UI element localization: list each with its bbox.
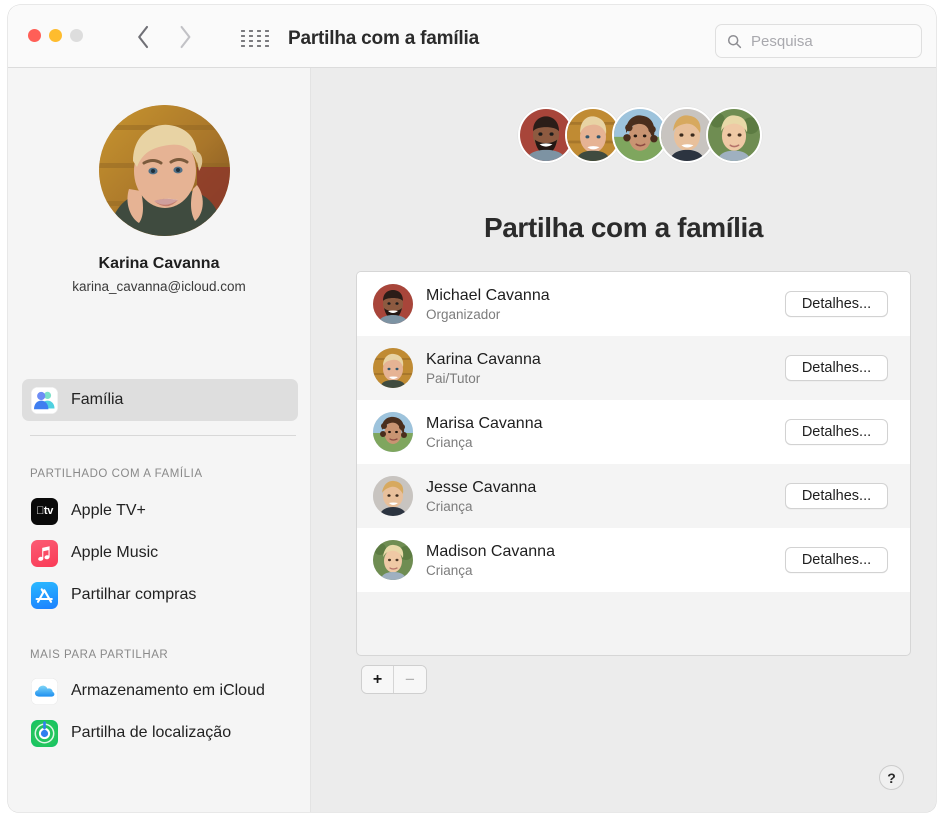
table-row[interactable]: Karina Cavanna Pai/Tutor Detalhes... [357, 336, 910, 400]
screenshot-root: Partilha com a família Pesquisa [0, 0, 944, 817]
add-member-button[interactable]: + [362, 666, 394, 693]
details-button[interactable]: Detalhes... [785, 291, 888, 317]
table-row[interactable]: Marisa Cavanna Criança Detalhes... [357, 400, 910, 464]
sidebar-item-familia[interactable]: Família [22, 379, 298, 421]
window-toolbar: Partilha com a família Pesquisa [8, 5, 936, 68]
icloud-icon [31, 678, 58, 705]
main-content: Partilha com a família [311, 68, 936, 812]
account-name: Karina Cavanna [8, 255, 310, 273]
sidebar-section-header-more: MAIS PARA PARTILHAR [30, 649, 168, 661]
add-remove-segmented-control: + − [361, 665, 427, 694]
table-row[interactable]: Madison Cavanna Criança Detalhes... [357, 528, 910, 592]
app-store-icon [31, 582, 58, 609]
window-title: Partilha com a família [288, 28, 479, 50]
apple-tv-glyph: tv [31, 505, 58, 517]
sidebar-item-location-sharing[interactable]: Partilha de localização [22, 712, 298, 754]
member-avatar [373, 476, 413, 516]
table-row[interactable]: Jesse Cavanna Criança Detalhes... [357, 464, 910, 528]
details-button[interactable]: Detalhes... [785, 355, 888, 381]
member-role: Criança [426, 562, 555, 579]
sidebar-item-label: Partilha de localização [71, 724, 231, 742]
member-avatar [373, 412, 413, 452]
member-info: Madison Cavanna Criança [426, 542, 555, 579]
minimize-button[interactable] [49, 29, 62, 42]
member-info: Jesse Cavanna Criança [426, 478, 536, 515]
sidebar-item-label: Apple Music [71, 544, 158, 562]
remove-member-button[interactable]: − [394, 666, 426, 693]
apple-tv-icon: tv [31, 498, 58, 525]
member-role: Organizador [426, 306, 550, 323]
member-name: Michael Cavanna [426, 286, 550, 305]
family-icon [31, 387, 58, 414]
traffic-light-controls [28, 29, 83, 42]
member-avatar [373, 284, 413, 324]
sidebar-section-header-shared: PARTILHADO COM A FAMÍLIA [30, 468, 203, 480]
family-avatar-cluster [518, 107, 762, 163]
sidebar-item-icloud-storage[interactable]: Armazenamento em iCloud [22, 670, 298, 712]
zoom-button[interactable] [70, 29, 83, 42]
sidebar-item-label: Apple TV+ [71, 502, 146, 520]
sidebar-divider [30, 435, 296, 436]
member-name: Jesse Cavanna [426, 478, 536, 497]
details-button[interactable]: Detalhes... [785, 547, 888, 573]
sidebar-item-label: Família [71, 391, 123, 409]
search-placeholder: Pesquisa [751, 33, 813, 50]
member-info: Michael Cavanna Organizador [426, 286, 550, 323]
cluster-avatar [706, 107, 762, 163]
member-info: Marisa Cavanna Criança [426, 414, 543, 451]
close-button[interactable] [28, 29, 41, 42]
member-name: Madison Cavanna [426, 542, 555, 561]
sidebar-item-label: Partilhar compras [71, 586, 196, 604]
find-my-icon [31, 720, 58, 747]
system-preferences-window: Partilha com a família Pesquisa [8, 5, 936, 812]
account-avatar[interactable] [99, 105, 230, 236]
member-name: Marisa Cavanna [426, 414, 543, 433]
navigation-arrows [136, 25, 192, 49]
help-button[interactable]: ? [879, 765, 904, 790]
member-name: Karina Cavanna [426, 350, 541, 369]
table-row[interactable]: Michael Cavanna Organizador Detalhes... [357, 272, 910, 336]
member-avatar [373, 348, 413, 388]
page-title: Partilha com a família [311, 212, 936, 244]
sidebar: Karina Cavanna karina_cavanna@icloud.com… [8, 68, 311, 812]
chevron-right-icon[interactable] [178, 25, 192, 49]
apple-music-icon [31, 540, 58, 567]
account-email: karina_cavanna@icloud.com [8, 279, 310, 294]
family-members-list: Michael Cavanna Organizador Detalhes... [356, 271, 911, 656]
sidebar-item-apple-tv[interactable]: tv Apple TV+ [22, 490, 298, 532]
member-info: Karina Cavanna Pai/Tutor [426, 350, 541, 387]
search-icon [727, 34, 742, 49]
details-button[interactable]: Detalhes... [785, 419, 888, 445]
member-role: Criança [426, 434, 543, 451]
member-role: Criança [426, 498, 536, 515]
search-input[interactable]: Pesquisa [715, 24, 922, 58]
sidebar-item-label: Armazenamento em iCloud [71, 682, 265, 700]
sidebar-item-partilhar-compras[interactable]: Partilhar compras [22, 574, 298, 616]
member-role: Pai/Tutor [426, 370, 541, 387]
details-button[interactable]: Detalhes... [785, 483, 888, 509]
sidebar-item-apple-music[interactable]: Apple Music [22, 532, 298, 574]
chevron-left-icon[interactable] [136, 25, 150, 49]
grid-view-icon[interactable] [241, 30, 270, 45]
member-avatar [373, 540, 413, 580]
